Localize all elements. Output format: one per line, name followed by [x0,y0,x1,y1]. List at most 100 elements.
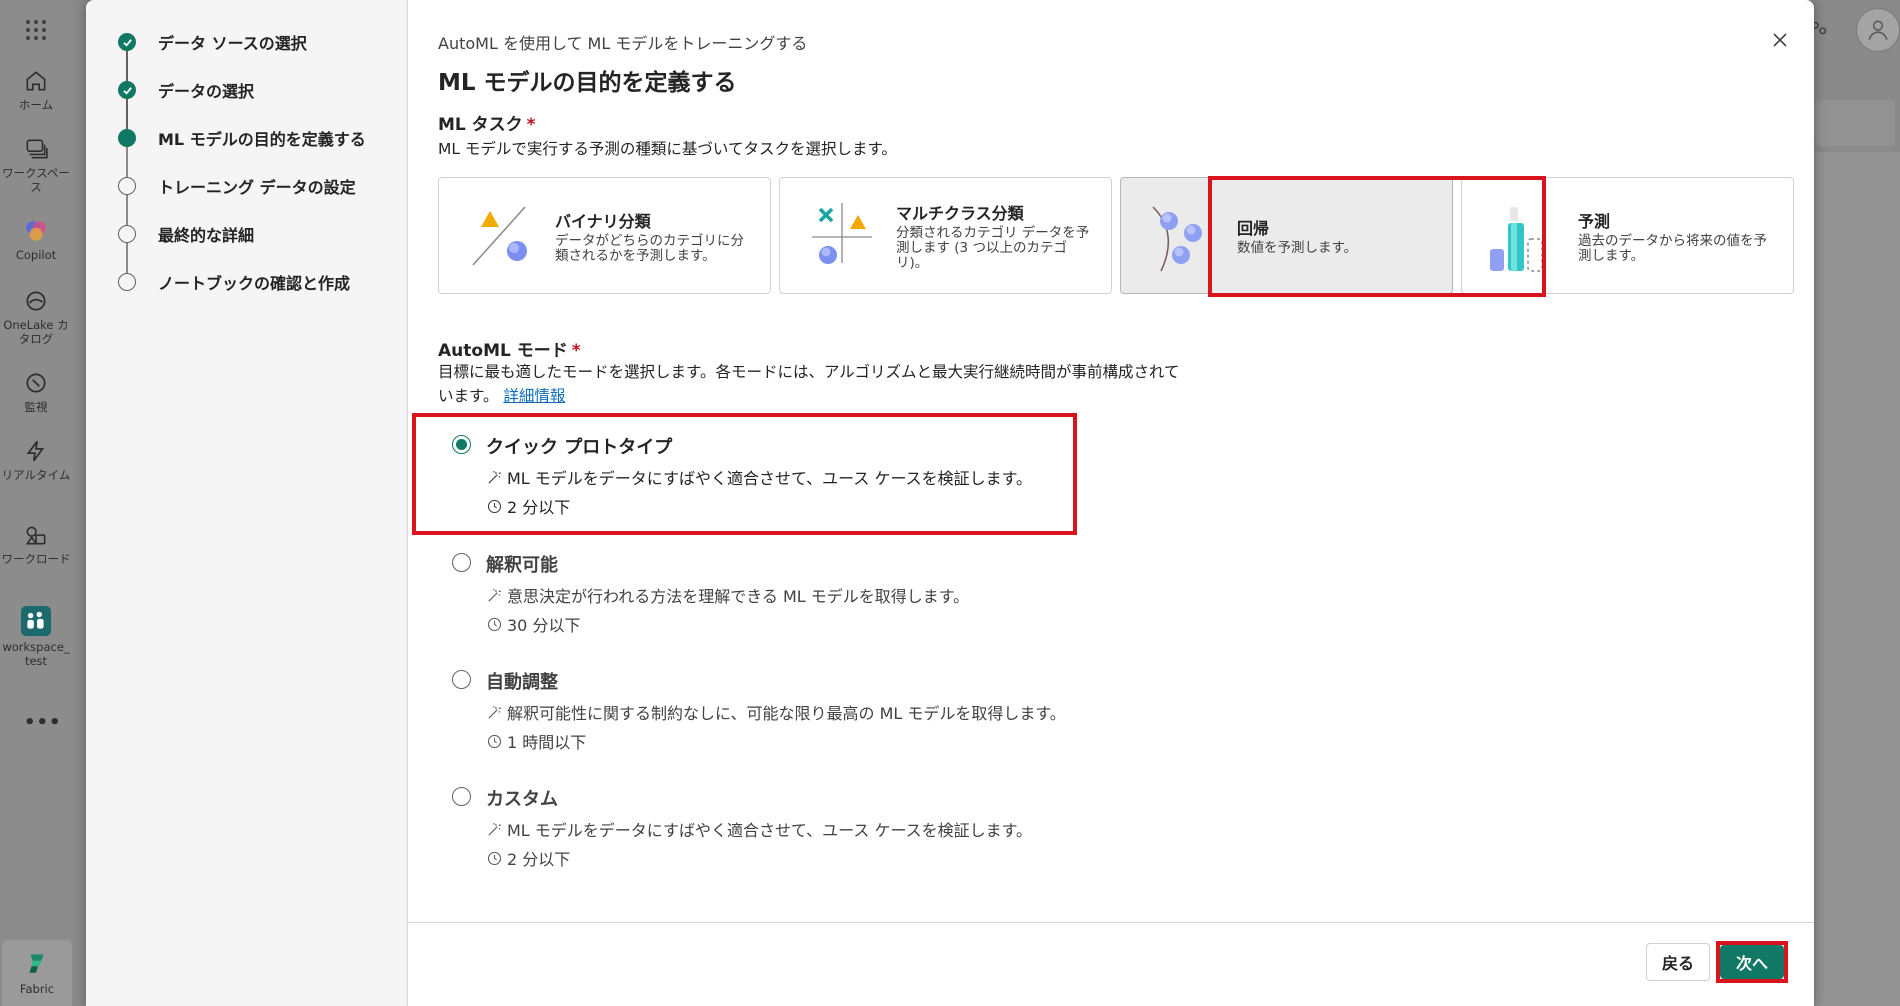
mode-time-row: 30 分以下 [486,612,580,636]
fabric-label: Fabric [19,982,55,996]
mode-desc-row: ML モデルをデータにすばやく適合させて、ユース ケースを検証します。 [486,817,1032,841]
pending-step-icon [118,225,136,243]
step-review-create[interactable]: ノートブックの確認と作成 [118,267,350,297]
dialog-subtitle: AutoML を使用して ML モデルをトレーニングする [438,34,808,53]
more-icon[interactable]: ••• [24,712,62,733]
close-icon [1773,33,1787,47]
rail-item-workspace-test[interactable]: workspace_test [0,606,72,668]
learn-more-link[interactable]: 詳細情報 [503,387,565,405]
wand-icon [488,822,501,836]
back-button[interactable]: 戻る [1646,943,1710,981]
mode-time: 2 分以下 [507,850,571,869]
rail-item-onelake[interactable]: OneLake カタログ [0,288,72,346]
current-step-icon [118,129,136,147]
step-data-source[interactable]: データ ソースの選択 [118,27,307,57]
fabric-switcher[interactable]: Fabric [2,940,72,1006]
task-card-binary[interactable]: バイナリ分類 データがどちらのカテゴリに分類されるかを予測します。 [438,177,771,294]
rail-item-realtime[interactable]: リアルタイム [0,438,72,482]
step-label: データの選択 [158,82,255,101]
mode-desc-row: 解釈可能性に関する制約なしに、可能な限り最高の ML モデルを取得します。 [486,700,1066,724]
automl-mode-description-line2-text: います。 [438,387,499,405]
mode-interpretable[interactable]: 解釈可能 意思決定が行われる方法を理解できる ML モデルを取得します。 30 … [438,551,1138,637]
rail-label: Copilot [15,248,57,262]
rail-label: リアルタイム [1,468,71,482]
rail-label: ワークロード [1,552,71,566]
app-launcher-icon[interactable] [26,20,46,40]
regression-icon [1152,205,1202,271]
task-card-forecasting[interactable]: 予測 過去のデータから将来の値を予測します。 [1461,177,1794,294]
step-select-data[interactable]: データの選択 [118,75,254,105]
step-final-details[interactable]: 最終的な詳細 [118,219,254,249]
rail-item-home[interactable]: ホーム [0,68,72,112]
task-desc: 数値を予測します。 [1237,240,1358,256]
close-button[interactable] [1768,28,1792,52]
avatar[interactable] [1856,8,1900,52]
ml-task-description: ML モデルで実行する予測の種類に基づいてタスクを選択します。 [438,140,897,158]
radio-quick-prototype[interactable] [452,435,471,454]
rail-label: OneLake カタログ [3,318,69,346]
task-card-regression[interactable]: 回帰 数値を予測します。 [1120,177,1453,294]
mode-name: 解釈可能 [486,555,558,576]
background-card [1815,100,1895,146]
mode-time-row: 1 時間以下 [486,729,586,753]
wand-icon [488,705,501,719]
required-mark: * [526,115,536,135]
pending-step-icon [118,273,136,291]
mode-desc: 解釈可能性に関する制約なしに、可能な限り最高の ML モデルを取得します。 [507,704,1066,723]
clock-icon [487,617,502,631]
mode-time: 2 分以下 [507,498,571,517]
pending-step-icon [118,177,136,195]
wand-icon [488,588,501,602]
step-label: 最終的な詳細 [158,226,255,245]
wizard-content: AutoML を使用して ML モデルをトレーニングする ML モデルの目的を定… [412,0,1814,1006]
radio-custom[interactable] [452,787,471,806]
fabric-logo-icon [29,954,44,973]
rail-item-workload[interactable]: ワークロード [0,522,72,566]
wand-icon [488,470,501,484]
radio-interpretable[interactable] [452,553,471,572]
mode-time-row: 2 分以下 [486,494,570,518]
task-card-multiclass[interactable]: マルチクラス分類 分類されるカテゴリ データを予測します (3 つ以上のカテゴリ… [779,177,1112,294]
mode-desc: 意思決定が行われる方法を理解できる ML モデルを取得します。 [507,587,970,606]
home-icon [26,71,46,91]
rail-label: ワークスペース [2,166,70,194]
automl-mode-description: 目標に最も適したモードを選択します。各モードには、アルゴリズムと最大実行継続時間… [438,360,1180,408]
mode-time-row: 2 分以下 [486,846,570,870]
rail-item-workspaces[interactable]: ワークスペース [0,136,72,194]
rail-item-monitor[interactable]: 監視 [0,370,72,414]
next-button[interactable]: 次へ [1720,945,1784,979]
rail-label: ホーム [18,98,54,112]
automl-wizard-dialog: データ ソースの選択 データの選択 ML モデルの目的を定義する トレーニング … [86,0,1814,1006]
radio-auto-tune[interactable] [452,670,471,689]
mode-auto-tune[interactable]: 自動調整 解釈可能性に関する制約なしに、可能な限り最高の ML モデルを取得しま… [438,668,1138,754]
step-training-data[interactable]: トレーニング データの設定 [118,171,356,201]
step-define-goal[interactable]: ML モデルの目的を定義する [118,123,366,153]
onelake-icon [26,291,46,311]
app-rail: ホーム ワークスペース Copilot OneLake カタログ 監視 リアルタ… [0,0,72,1006]
ml-task-heading-label: ML タスク [438,115,523,135]
mode-desc-row: ML モデルをデータにすばやく適合させて、ユース ケースを検証します。 [486,465,1032,489]
clock-icon [487,851,502,865]
mode-quick-prototype[interactable]: クイック プロトタイプ ML モデルをデータにすばやく適合させて、ユース ケース… [438,433,1138,519]
step-label: ノートブックの確認と作成 [158,274,351,293]
check-icon [118,33,136,51]
automl-mode-description-line2: います。 詳細情報 [438,384,1180,408]
required-mark: * [571,341,581,361]
rail-label: 監視 [24,400,48,414]
automl-mode-heading: AutoML モード * [438,336,581,361]
rail-item-copilot[interactable]: Copilot [0,218,72,262]
binary-classification-icon [472,205,527,266]
task-name: 予測 [1578,211,1611,231]
rail-label: workspace_test [2,640,70,668]
mode-custom[interactable]: カスタム ML モデルをデータにすばやく適合させて、ユース ケースを検証します。… [438,785,1138,871]
clock-icon [487,499,502,513]
page-title: ML モデルの目的を定義する [438,70,737,96]
task-name: 回帰 [1237,219,1270,238]
mode-time: 30 分以下 [507,616,581,635]
multiclass-classification-icon [812,202,872,264]
footer-divider [408,922,1814,923]
mode-name: 自動調整 [486,672,558,693]
wizard-steps: データ ソースの選択 データの選択 ML モデルの目的を定義する トレーニング … [86,0,408,1006]
clock-icon [487,734,502,748]
workspace-tile-icon [21,606,51,636]
